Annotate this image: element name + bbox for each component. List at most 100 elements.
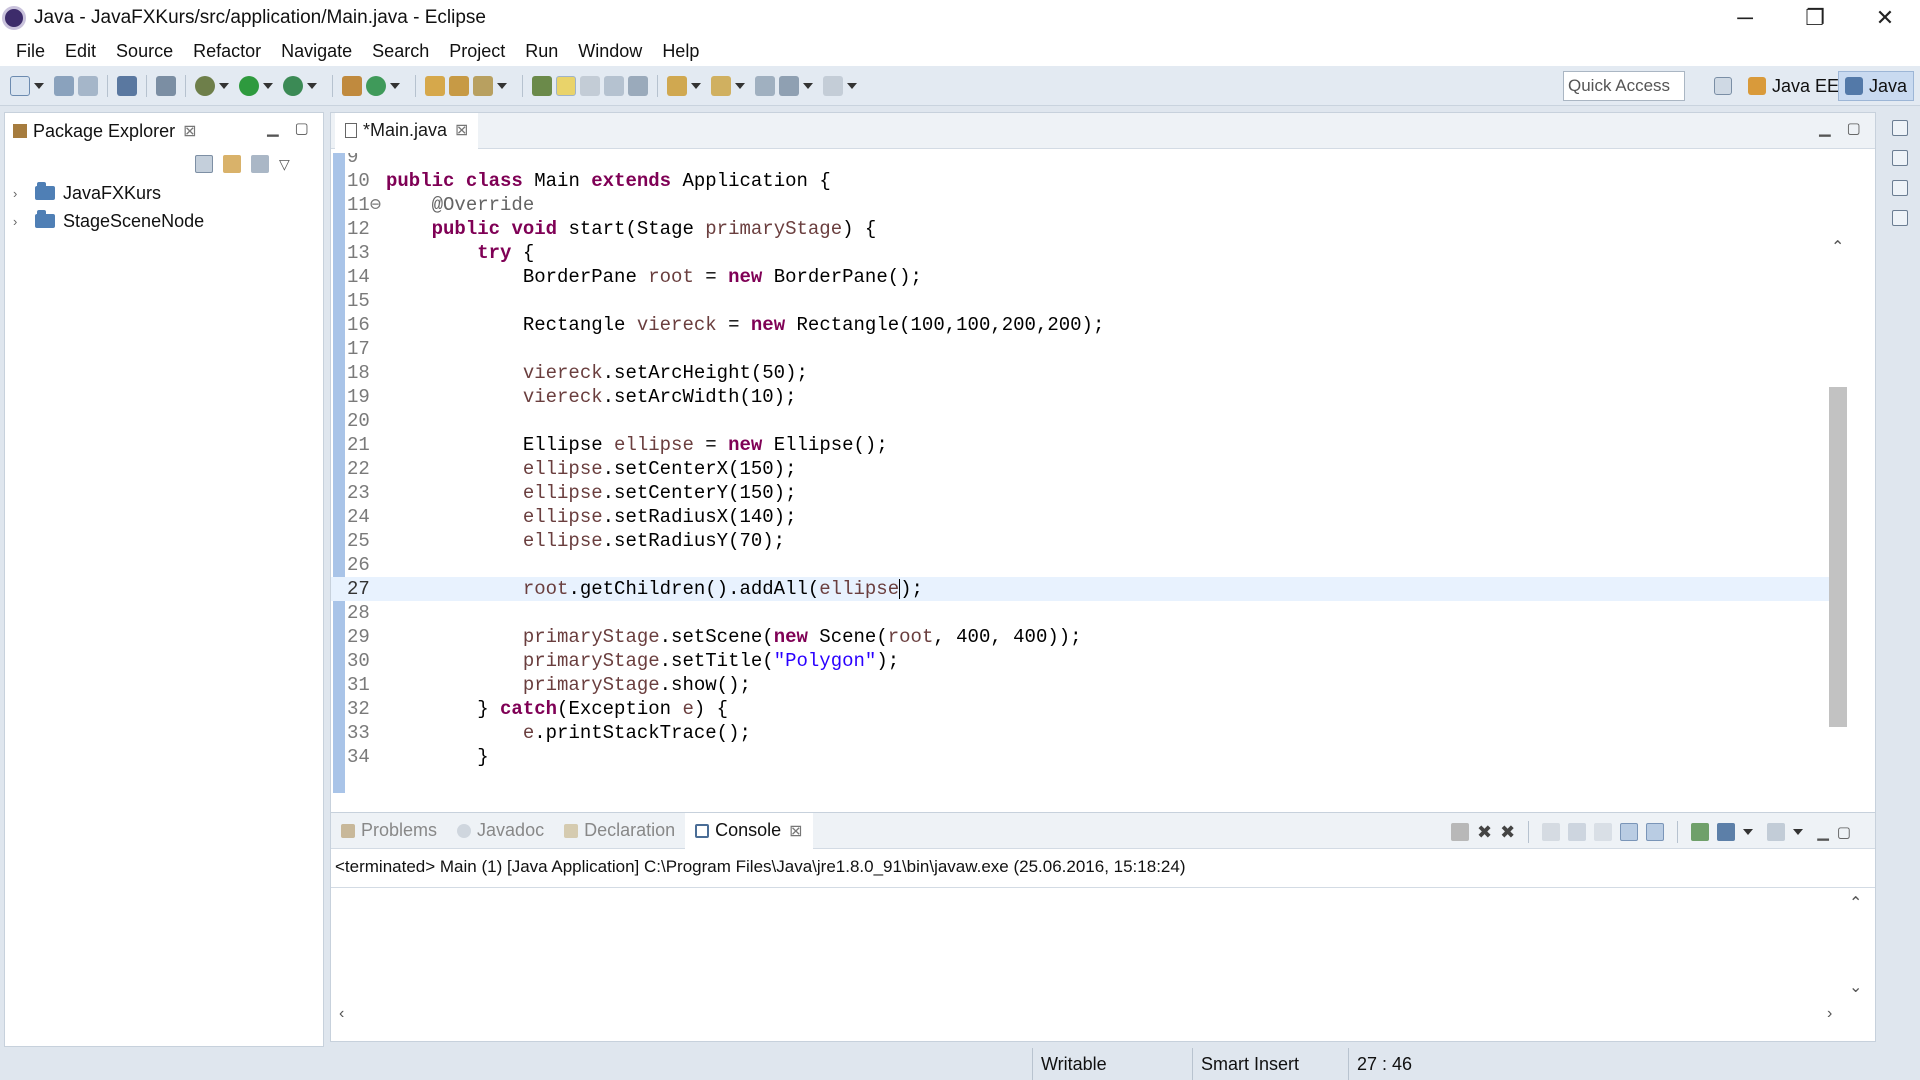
menu-source[interactable]: Source (106, 36, 183, 66)
tab-javadoc[interactable]: Javadoc (447, 813, 554, 849)
code-line[interactable]: 21 Ellipse ellipse = new Ellipse(); (331, 433, 1831, 457)
pin-console-icon[interactable] (1691, 823, 1710, 841)
code-line[interactable]: 32 } catch(Exception e) { (331, 697, 1831, 721)
restore-view-icon[interactable] (1892, 180, 1908, 196)
code-text[interactable]: Rectangle viereck = new Rectangle(100,10… (386, 313, 1105, 337)
tab-console[interactable]: Console ⊠ (685, 812, 813, 849)
restore-view-icon[interactable] (1892, 120, 1908, 136)
code-line[interactable]: 19 viereck.setArcWidth(10); (331, 385, 1831, 409)
open-type-icon[interactable] (425, 76, 445, 96)
perspective-java[interactable]: Java (1838, 71, 1915, 101)
code-line[interactable]: 10 public class Main extends Application … (331, 169, 1831, 193)
back-dropdown-arrow-icon[interactable] (803, 83, 813, 89)
tab-problems[interactable]: Problems (331, 813, 447, 849)
code-line[interactable]: 14 BorderPane root = new BorderPane(); (331, 265, 1831, 289)
debug-icon[interactable] (195, 76, 215, 96)
code-text[interactable]: viereck.setArcWidth(10); (386, 385, 797, 409)
code-text[interactable]: @Override (386, 193, 535, 217)
quick-access-input[interactable]: Quick Access (1563, 71, 1685, 101)
code-line[interactable]: 13 try { (331, 241, 1831, 265)
code-line[interactable]: 29 primaryStage.setScene(new Scene(root,… (331, 625, 1831, 649)
menu-edit[interactable]: Edit (55, 36, 106, 66)
code-line[interactable]: 22 ellipse.setCenterX(150); (331, 457, 1831, 481)
previous-annotation-icon[interactable] (711, 76, 731, 96)
next-annotation-dropdown-arrow-icon[interactable] (691, 83, 701, 89)
toggle-mark-occurrences-icon[interactable] (556, 76, 576, 96)
code-text[interactable]: e.printStackTrace(); (386, 721, 751, 745)
new-java-package-icon[interactable] (342, 76, 362, 96)
collapse-all-icon[interactable] (195, 155, 213, 173)
debug-dropdown-arrow-icon[interactable] (219, 83, 229, 89)
close-icon[interactable]: ⊠ (789, 821, 802, 841)
code-text[interactable]: public void start(Stage primaryStage) { (386, 217, 877, 241)
maximize-view-icon[interactable]: ▢ (1847, 119, 1861, 137)
code-text[interactable]: primaryStage.setTitle("Polygon"); (386, 649, 899, 673)
code-line[interactable]: 30 primaryStage.setTitle("Polygon"); (331, 649, 1831, 673)
external-tools-dropdown-arrow-icon[interactable] (307, 83, 317, 89)
maximize-view-icon[interactable]: ▢ (295, 119, 309, 137)
save-all-icon[interactable] (78, 76, 98, 96)
back-icon[interactable] (779, 76, 799, 96)
toggle-word-wrap-icon[interactable] (580, 76, 600, 96)
code-text[interactable]: viereck.setArcHeight(50); (386, 361, 808, 385)
open-perspective-button[interactable] (1708, 71, 1738, 101)
open-console-icon[interactable] (1767, 823, 1786, 841)
code-text[interactable]: } (386, 745, 488, 769)
open-task-icon[interactable] (449, 76, 469, 96)
expand-arrow-icon[interactable]: › (13, 186, 29, 201)
remove-all-terminated-icon[interactable]: ✖ (1500, 822, 1515, 843)
task-list-icon[interactable] (1892, 150, 1908, 166)
tab-declaration[interactable]: Declaration (554, 813, 685, 849)
code-line[interactable]: 23 ellipse.setCenterY(150); (331, 481, 1831, 505)
code-line[interactable]: 26 (331, 553, 1831, 577)
code-text[interactable]: try { (386, 241, 534, 265)
toggle-breadcrumb-icon[interactable] (532, 76, 552, 96)
save-icon[interactable] (54, 76, 74, 96)
code-text[interactable]: ellipse.setCenterY(150); (386, 481, 797, 505)
tree-item-project[interactable]: › JavaFXKurs (13, 179, 204, 207)
scroll-down-icon[interactable]: ⌄ (1849, 977, 1862, 997)
code-line[interactable]: 16 Rectangle viereck = new Rectangle(100… (331, 313, 1831, 337)
terminate-icon[interactable] (1451, 823, 1469, 841)
menu-project[interactable]: Project (439, 36, 515, 66)
code-text[interactable]: primaryStage.setScene(new Scene(root, 40… (386, 625, 1082, 649)
show-on-stderr-icon[interactable] (1646, 823, 1665, 841)
code-text[interactable]: BorderPane root = new BorderPane(); (386, 265, 922, 289)
run-icon[interactable] (239, 76, 259, 96)
link-with-editor-icon[interactable] (223, 155, 241, 173)
expand-arrow-icon[interactable]: › (13, 214, 29, 229)
code-line[interactable]: 9 (331, 153, 1831, 169)
view-menu-icon[interactable]: ▽ (279, 156, 290, 173)
code-line[interactable]: 20 (331, 409, 1831, 433)
run-dropdown-arrow-icon[interactable] (263, 83, 273, 89)
scroll-up-icon[interactable]: ⌃ (1831, 237, 1844, 257)
minimize-button[interactable]: ─ (1710, 0, 1780, 36)
next-annotation-icon[interactable] (667, 76, 687, 96)
menu-refactor[interactable]: Refactor (183, 36, 271, 66)
word-wrap-icon[interactable] (1594, 823, 1613, 841)
code-line[interactable]: 12 public void start(Stage primaryStage)… (331, 217, 1831, 241)
code-text[interactable]: } catch(Exception e) { (386, 697, 728, 721)
minimize-view-icon[interactable]: ▁ (1817, 823, 1829, 841)
show-whitespace-icon[interactable] (628, 76, 648, 96)
close-icon[interactable]: ⊠ (183, 121, 196, 141)
code-text[interactable]: ellipse.setRadiusX(140); (386, 505, 797, 529)
terminal-icon[interactable] (117, 76, 137, 96)
code-line[interactable]: 28 (331, 601, 1831, 625)
skip-breakpoints-icon[interactable] (156, 76, 176, 96)
new-dropdown-arrow-icon[interactable] (34, 83, 44, 89)
forward-dropdown-arrow-icon[interactable] (847, 83, 857, 89)
menu-run[interactable]: Run (515, 36, 568, 66)
restore-button[interactable]: ❐ (1780, 0, 1850, 36)
code-text[interactable]: public class Main extends Application { (386, 169, 831, 193)
display-console-dropdown-arrow-icon[interactable] (1743, 829, 1754, 835)
close-button[interactable]: ✕ (1850, 0, 1920, 36)
maximize-view-icon[interactable]: ▢ (1837, 823, 1851, 841)
menu-navigate[interactable]: Navigate (271, 36, 362, 66)
new-icon[interactable] (10, 76, 30, 96)
code-text[interactable]: ellipse.setCenterX(150); (386, 457, 797, 481)
scroll-up-icon[interactable]: ⌃ (1849, 893, 1862, 913)
show-on-stdout-icon[interactable] (1620, 823, 1639, 841)
search-dropdown-arrow-icon[interactable] (497, 83, 507, 89)
code-line[interactable]: 27 root.getChildren().addAll(ellipse); (331, 577, 1831, 601)
